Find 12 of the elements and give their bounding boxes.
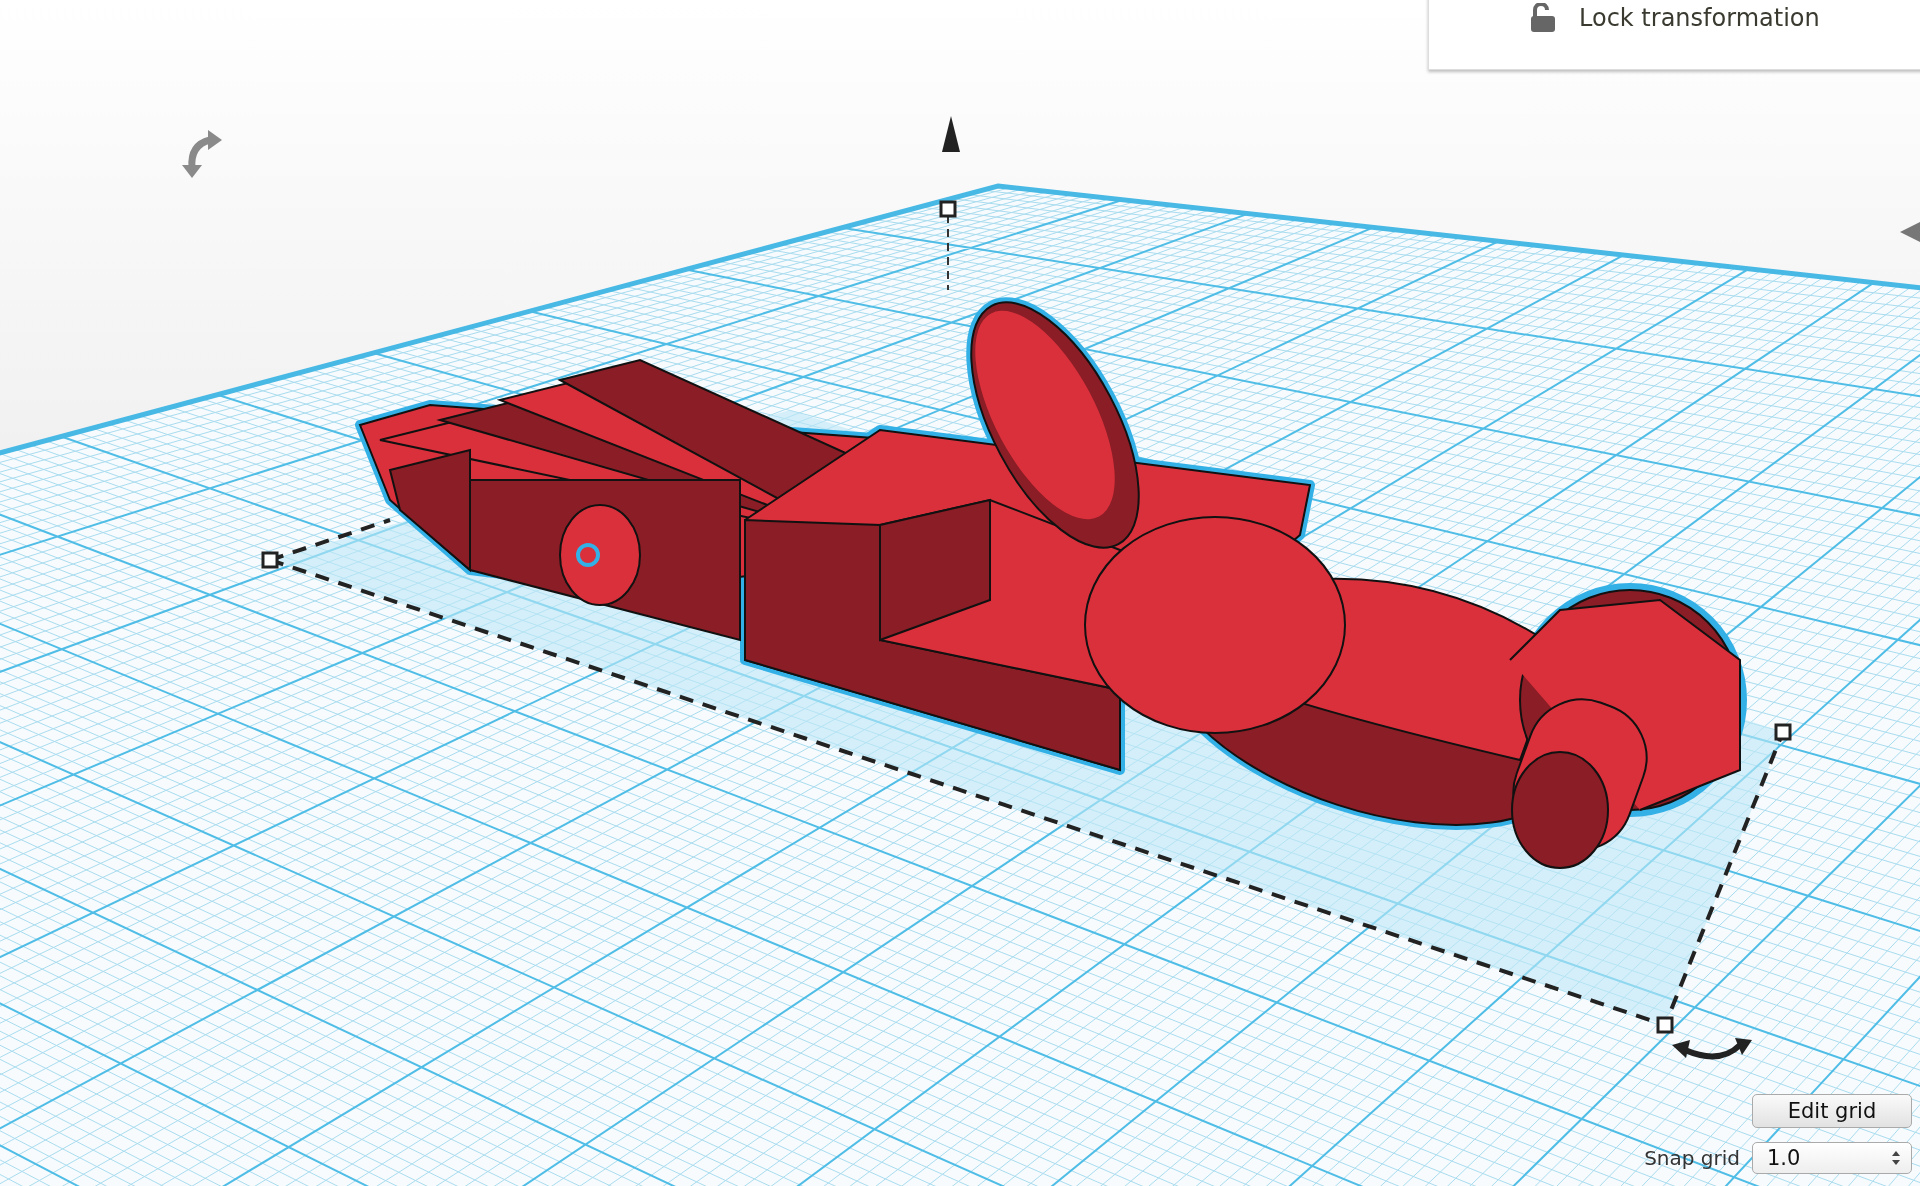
view-arrow-icon[interactable] bbox=[1900, 222, 1920, 242]
resize-handle[interactable] bbox=[261, 551, 279, 569]
edit-grid-button[interactable]: Edit grid bbox=[1752, 1094, 1912, 1128]
snap-grid-select[interactable]: 1.0 bbox=[1752, 1142, 1912, 1174]
stepper-arrows-icon bbox=[1891, 1150, 1901, 1166]
rotate-arrow-icon[interactable] bbox=[1672, 1038, 1752, 1060]
lock-icon[interactable] bbox=[1529, 3, 1557, 33]
height-handle[interactable] bbox=[939, 200, 957, 218]
resize-handle[interactable] bbox=[1774, 723, 1792, 741]
resize-handle[interactable] bbox=[1656, 1016, 1674, 1034]
lock-transformation-label: Lock transformation bbox=[1579, 3, 1820, 33]
lift-arrow-icon[interactable] bbox=[942, 116, 960, 152]
